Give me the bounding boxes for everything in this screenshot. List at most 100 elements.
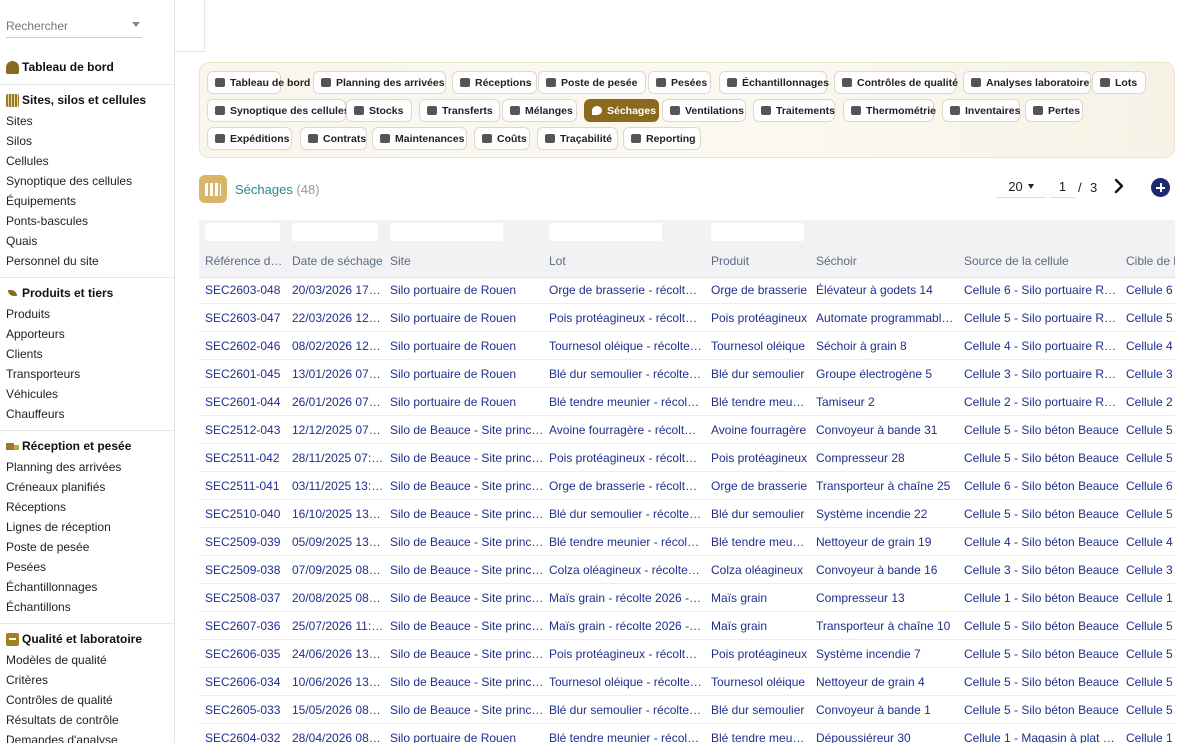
table-row[interactable]: SEC2606-034 10/06/2026 13:25 Silo de Beauc…	[199, 668, 1175, 696]
nav-section-header[interactable]: Tableau de bord	[0, 56, 174, 78]
column-filter-input[interactable]	[292, 223, 378, 241]
next-page-button[interactable]	[1110, 176, 1128, 196]
tab-tracabilite[interactable]: Traçabilité	[537, 127, 618, 150]
tab-ventilations[interactable]: Ventilations	[662, 99, 746, 122]
tab-controles-de-qualite[interactable]: Contrôles de qualité	[834, 71, 958, 94]
table-row[interactable]: SEC2601-044 26/01/2026 07:16 Silo portuair…	[199, 388, 1175, 416]
tab-pesees[interactable]: Pesées	[648, 71, 711, 94]
table-cell[interactable]: SEC2606-035	[205, 647, 283, 661]
tab-stocks[interactable]: Stocks	[346, 99, 412, 122]
tab-thermometrie[interactable]: Thermométrie	[843, 99, 936, 122]
tab-synoptique-des-cellules[interactable]: Synoptique des cellules	[207, 99, 350, 122]
sidebar-item[interactable]: Contrôles de qualité	[0, 690, 174, 710]
nav-section-header[interactable]: Produits et tiers	[0, 282, 174, 304]
sidebar-item[interactable]: Sites	[0, 111, 174, 131]
tab-maintenances[interactable]: Maintenances	[372, 127, 467, 150]
table-row[interactable]: SEC2510-040 16/10/2025 13:01 Silo de Beauc…	[199, 500, 1175, 528]
sidebar-item[interactable]: Ponts-bascules	[0, 211, 174, 231]
column-header[interactable]: Date de séchage	[292, 254, 384, 268]
column-header[interactable]: Site	[390, 254, 545, 268]
table-cell[interactable]: SEC2509-039	[205, 535, 283, 549]
sidebar-item[interactable]: Silos	[0, 131, 174, 151]
sidebar-item[interactable]: Cellules	[0, 151, 174, 171]
column-header[interactable]: Séchoir	[816, 254, 958, 268]
table-cell[interactable]: SEC2510-040	[205, 507, 283, 521]
sidebar-item[interactable]: Chauffeurs	[0, 404, 174, 424]
table-cell[interactable]: SEC2603-048	[205, 283, 283, 297]
table-row[interactable]: SEC2603-047 22/03/2026 12:14 Silo portuair…	[199, 304, 1175, 332]
sidebar-item[interactable]: Créneaux planifiés	[0, 477, 174, 497]
tab-couts[interactable]: Coûts	[474, 127, 530, 150]
column-header[interactable]: Référence de séchage	[205, 254, 283, 268]
table-cell[interactable]: SEC2511-041	[205, 479, 283, 493]
tab-echantillonnages[interactable]: Échantillonnages	[719, 71, 829, 94]
table-row[interactable]: SEC2607-036 25/07/2026 11:27 Silo de Beauc…	[199, 612, 1175, 640]
sidebar-item[interactable]: Échantillonnages	[0, 577, 174, 597]
table-cell[interactable]: SEC2509-038	[205, 563, 283, 577]
sidebar-item[interactable]: Planning des arrivées	[0, 457, 174, 477]
nav-section-header[interactable]: Qualité et laboratoire	[0, 628, 174, 650]
table-row[interactable]: SEC2508-037 20/08/2025 08:03 Silo de Beauc…	[199, 584, 1175, 612]
sidebar-item[interactable]: Modèles de qualité	[0, 650, 174, 670]
sidebar-item[interactable]: Pesées	[0, 557, 174, 577]
tab-traitements[interactable]: Traitements	[753, 99, 835, 122]
tab-reporting[interactable]: Reporting	[623, 127, 701, 150]
sidebar-item[interactable]: Demandes d'analyse	[0, 730, 174, 743]
table-cell[interactable]: SEC2602-046	[205, 339, 283, 353]
table-row[interactable]: SEC2602-046 08/02/2026 12:57 Silo portuair…	[199, 332, 1175, 360]
nav-section-header[interactable]: Sites, silos et cellules	[0, 89, 174, 111]
table-cell[interactable]: SEC2512-043	[205, 423, 283, 437]
sidebar-item[interactable]: Réceptions	[0, 497, 174, 517]
column-header[interactable]: Source de la cellule	[964, 254, 1119, 268]
sidebar-item[interactable]: Apporteurs	[0, 324, 174, 344]
sidebar-item[interactable]: Clients	[0, 344, 174, 364]
table-cell[interactable]: SEC2601-045	[205, 367, 283, 381]
chevron-down-icon[interactable]	[132, 22, 140, 27]
sidebar-item[interactable]: Poste de pesée	[0, 537, 174, 557]
sidebar-search-input[interactable]	[6, 14, 122, 38]
sidebar-item[interactable]: Échantillons	[0, 597, 174, 617]
table-cell[interactable]: SEC2508-037	[205, 591, 283, 605]
tab-melanges[interactable]: Mélanges	[502, 99, 577, 122]
sidebar-search[interactable]	[6, 14, 142, 38]
table-row[interactable]: SEC2601-045 13/01/2026 07:33 Silo portuair…	[199, 360, 1175, 388]
tab-transferts[interactable]: Transferts	[419, 99, 500, 122]
column-header[interactable]: Cible de la cellule	[1126, 254, 1175, 268]
table-cell[interactable]: SEC2603-047	[205, 311, 283, 325]
page-size-select[interactable]: 20	[996, 176, 1046, 198]
sidebar-item[interactable]: Véhicules	[0, 384, 174, 404]
tab-tableau-de-bord[interactable]: Tableau de bord	[207, 71, 310, 94]
table-row[interactable]: SEC2605-033 15/05/2026 08:01 Silo de Beauc…	[199, 696, 1175, 724]
column-filter-input[interactable]	[390, 223, 503, 241]
tab-inventaires[interactable]: Inventaires	[942, 99, 1020, 122]
sidebar-item[interactable]: Produits	[0, 304, 174, 324]
table-row[interactable]: SEC2511-041 03/11/2025 13:18 Silo de Beauc…	[199, 472, 1175, 500]
table-row[interactable]: SEC2603-048 20/03/2026 17:38 Silo portuair…	[199, 276, 1175, 304]
column-filter-input[interactable]	[549, 223, 662, 241]
table-cell[interactable]: SEC2605-033	[205, 703, 283, 717]
sidebar-item[interactable]: Synoptique des cellules	[0, 171, 174, 191]
table-row[interactable]: SEC2512-043 12/12/2025 07:59 Silo de Beauc…	[199, 416, 1175, 444]
tab-pertes[interactable]: Pertes	[1025, 99, 1083, 122]
table-cell[interactable]: SEC2604-032	[205, 731, 283, 743]
sidebar-item[interactable]: Quais	[0, 231, 174, 251]
tab-lots[interactable]: Lots	[1092, 71, 1146, 94]
sidebar-item[interactable]: Équipements	[0, 191, 174, 211]
table-row[interactable]: SEC2511-042 28/11/2025 07:42 Silo de Beauc…	[199, 444, 1175, 472]
tab-contrats[interactable]: Contrats	[300, 127, 367, 150]
tab-expeditions[interactable]: Expéditions	[207, 127, 292, 150]
tab-poste-de-pesee[interactable]: Poste de pesée	[538, 71, 646, 94]
add-record-button[interactable]	[1151, 178, 1170, 197]
table-cell[interactable]: SEC2601-044	[205, 395, 283, 409]
tab-sechages[interactable]: Séchages	[584, 99, 659, 122]
tab-analyses-laboratoire[interactable]: Analyses laboratoire	[963, 71, 1091, 94]
tab-planning-des-arrivees[interactable]: Planning des arrivées	[313, 71, 446, 94]
nav-section-header[interactable]: Réception et pesée	[0, 435, 174, 457]
column-header[interactable]: Lot	[549, 254, 702, 268]
table-cell[interactable]: SEC2606-034	[205, 675, 283, 689]
sidebar-item[interactable]: Personnel du site	[0, 251, 174, 271]
table-cell[interactable]: SEC2511-042	[205, 451, 283, 465]
column-filter-input[interactable]	[205, 223, 280, 241]
table-row[interactable]: SEC2509-039 05/09/2025 13:44 Silo de Beauc…	[199, 528, 1175, 556]
sidebar-item[interactable]: Résultats de contrôle	[0, 710, 174, 730]
